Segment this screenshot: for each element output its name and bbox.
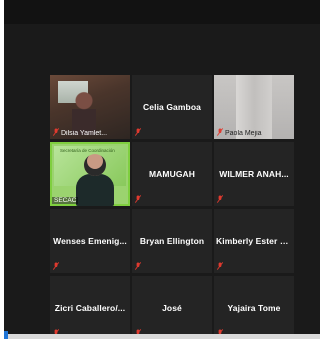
window-bottom-edge: [4, 334, 320, 339]
participant-tile[interactable]: Celia Gamboa: [132, 75, 212, 139]
taskbar-accent: [4, 331, 8, 339]
participant-name: Bryan Ellington: [139, 236, 205, 246]
top-bar: [4, 0, 320, 24]
banner-logo-text: Secretaría de Coordinación: [60, 148, 115, 153]
participant-tile[interactable]: WILMER ANAH...: [214, 142, 294, 206]
participant-name-label: Dilsia Yamlet...: [61, 130, 108, 137]
participant-tile[interactable]: Dilsia Yamlet...: [50, 75, 130, 139]
participant-grid: Dilsia Yamlet... Celia Gamboa Paola Meji…: [50, 75, 294, 339]
participant-video-face: [84, 154, 106, 176]
mic-muted-icon: [135, 262, 141, 270]
mic-muted-icon: [135, 195, 141, 203]
participant-name: Zicri Caballero/...: [54, 303, 126, 313]
participant-tile[interactable]: Bryan Ellington: [132, 209, 212, 273]
participant-tile[interactable]: Wenses Emenig...: [50, 209, 130, 273]
participant-name: Kimberly Ester B...: [216, 236, 292, 246]
participant-name: Yajaira Tome: [227, 303, 281, 313]
participant-tile[interactable]: Yajaira Tome: [214, 276, 294, 339]
participant-video-body: [76, 174, 114, 206]
participant-name-label: SECAC: [52, 197, 79, 204]
participant-name: MAMUGAH: [148, 169, 196, 179]
participant-tile[interactable]: Paola Mejia: [214, 75, 294, 139]
participant-name: Wenses Emenig...: [53, 236, 127, 246]
participant-tile[interactable]: Kimberly Ester B...: [214, 209, 294, 273]
participant-name: José: [162, 303, 182, 313]
participant-tile[interactable]: Zicri Caballero/...: [50, 276, 130, 339]
mic-muted-icon: [217, 128, 223, 136]
participant-video: [72, 91, 96, 135]
mic-muted-icon: [217, 195, 223, 203]
participant-name: Celia Gamboa: [143, 102, 201, 112]
participant-tile[interactable]: José: [132, 276, 212, 339]
participant-tile[interactable]: MAMUGAH: [132, 142, 212, 206]
mic-muted-icon: [53, 128, 59, 136]
mic-muted-icon: [217, 262, 223, 270]
meeting-window: Dilsia Yamlet... Celia Gamboa Paola Meji…: [0, 0, 324, 339]
participant-tile-active[interactable]: Secretaría de Coordinación SECAC: [50, 142, 130, 206]
mic-muted-icon: [135, 128, 141, 136]
participant-name: WILMER ANAH...: [219, 169, 289, 179]
participant-name-label: Paola Mejia: [225, 130, 262, 137]
mic-muted-icon: [53, 262, 59, 270]
